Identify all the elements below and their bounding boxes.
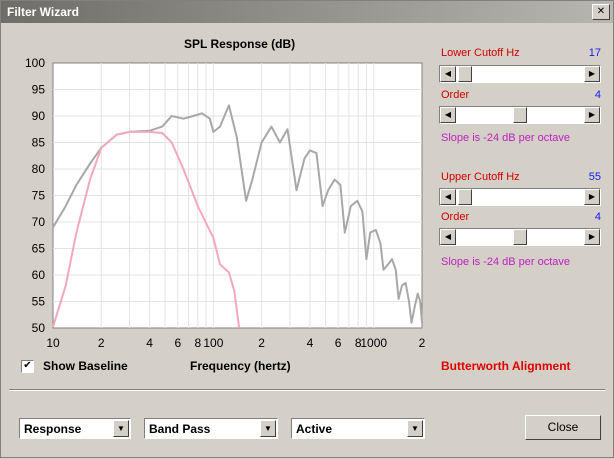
- slider-thumb[interactable]: [458, 66, 473, 82]
- show-baseline-checkbox[interactable]: ✔: [21, 360, 34, 373]
- x-tick-label: 6: [335, 336, 342, 350]
- filter-type-select[interactable]: Band Pass ▼: [144, 418, 278, 439]
- y-tick-label: 50: [32, 321, 46, 335]
- chevron-down-icon[interactable]: ▼: [260, 420, 276, 437]
- filter-type-select-value: Band Pass: [149, 422, 211, 436]
- lower-cutoff-value: 17: [588, 47, 601, 59]
- x-axis-title: Frequency (hertz): [190, 359, 291, 373]
- arrow-right-icon[interactable]: ▶: [584, 189, 600, 205]
- x-tick-label: 8: [194, 336, 201, 350]
- y-tick-label: 75: [32, 189, 46, 203]
- upper-order-slider[interactable]: ◀ ▶: [439, 228, 601, 246]
- x-tick-label: 2: [258, 336, 265, 350]
- y-tick-label: 65: [32, 242, 46, 256]
- lower-slope-text: Slope is -24 dB per octave: [441, 132, 571, 144]
- filter-wizard-window: Filter Wizard ✕ SPL Response (dB) 50 55 60…: [0, 0, 614, 458]
- x-tick-label: 1000: [360, 336, 387, 350]
- upper-cutoff-slider[interactable]: ◀ ▶: [439, 188, 601, 206]
- x-tick-label: 10: [46, 336, 60, 350]
- x-tick-label: 4: [146, 336, 153, 350]
- y-tick-label: 70: [32, 215, 46, 229]
- lower-order-label: Order: [441, 89, 470, 101]
- y-tick-label: 90: [32, 109, 46, 123]
- x-tick-label: 2: [98, 336, 105, 350]
- lower-cutoff-label: Lower Cutoff Hz: [441, 47, 520, 59]
- lower-order-slider[interactable]: ◀ ▶: [439, 106, 601, 124]
- mode-select-value: Response: [24, 422, 82, 436]
- close-button[interactable]: Close: [525, 415, 601, 440]
- x-tick-label: 6: [174, 336, 181, 350]
- y-tick-labels: 50 55 60 65 70 75 80 85 90 95 100: [25, 56, 45, 335]
- lower-order-value: 4: [594, 89, 601, 101]
- upper-cutoff-value: 55: [588, 171, 601, 183]
- x-tick-label: 4: [307, 336, 314, 350]
- arrow-left-icon[interactable]: ◀: [440, 66, 456, 82]
- lower-cutoff-slider[interactable]: ◀ ▶: [439, 65, 601, 83]
- arrow-left-icon[interactable]: ◀: [440, 107, 456, 123]
- slider-thumb[interactable]: [513, 229, 527, 245]
- arrow-right-icon[interactable]: ▶: [584, 66, 600, 82]
- arrow-left-icon[interactable]: ◀: [440, 189, 456, 205]
- show-baseline-label[interactable]: Show Baseline: [43, 359, 128, 373]
- upper-order-value: 4: [594, 211, 601, 223]
- y-tick-label: 80: [32, 162, 46, 176]
- filter-kind-select-value: Active: [296, 422, 333, 436]
- upper-cutoff-label: Upper Cutoff Hz: [441, 171, 520, 183]
- x-tick-label: 100: [203, 336, 223, 350]
- y-tick-label: 85: [32, 136, 46, 150]
- y-tick-label: 55: [32, 295, 46, 309]
- arrow-right-icon[interactable]: ▶: [584, 229, 600, 245]
- y-tick-label: 95: [32, 83, 46, 97]
- chevron-down-icon[interactable]: ▼: [113, 420, 129, 437]
- mode-select[interactable]: Response ▼: [19, 418, 131, 439]
- slider-thumb[interactable]: [513, 107, 527, 123]
- upper-order-label: Order: [441, 211, 470, 223]
- slider-thumb[interactable]: [458, 189, 473, 205]
- chevron-down-icon[interactable]: ▼: [407, 420, 423, 437]
- x-tick-label: 2: [419, 336, 426, 350]
- alignment-label: Butterworth Alignment: [441, 359, 571, 373]
- filter-kind-select[interactable]: Active ▼: [291, 418, 425, 439]
- y-tick-label: 100: [25, 56, 45, 70]
- y-tick-label: 60: [32, 268, 46, 282]
- upper-slope-text: Slope is -24 dB per octave: [441, 256, 571, 268]
- x-tick-labels: 10 2 4 6 8 100 2 4 6 81000 2: [46, 336, 425, 350]
- divider: [9, 389, 605, 391]
- arrow-left-icon[interactable]: ◀: [440, 229, 456, 245]
- arrow-right-icon[interactable]: ▶: [584, 107, 600, 123]
